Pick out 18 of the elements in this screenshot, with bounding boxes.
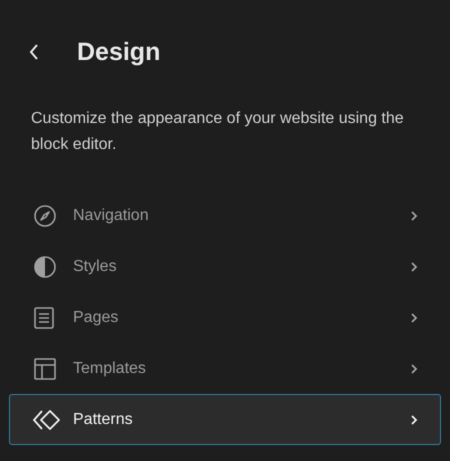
diamond-icon: [33, 408, 61, 432]
menu-item[interactable]: Templates: [9, 343, 441, 394]
chevron-icon: [410, 210, 418, 222]
layout-icon: [33, 356, 57, 380]
half-circle-icon: [33, 254, 57, 278]
menu-item[interactable]: Patterns: [9, 394, 441, 445]
menu-item[interactable]: Styles: [9, 241, 441, 292]
menu-item[interactable]: Navigation: [9, 190, 441, 241]
page-icon: [33, 306, 55, 330]
compass-icon: [33, 204, 57, 228]
chevron-icon: [410, 362, 418, 374]
chevron-icon: [410, 260, 418, 272]
panel-description: Customize the appearance of your website using the block editor.: [31, 109, 405, 155]
back-icon: [28, 43, 40, 61]
panel-title: Design: [77, 37, 160, 68]
chevron-icon: [410, 414, 418, 426]
chevron-icon: [410, 312, 418, 324]
menu-item[interactable]: Pages: [9, 292, 441, 343]
